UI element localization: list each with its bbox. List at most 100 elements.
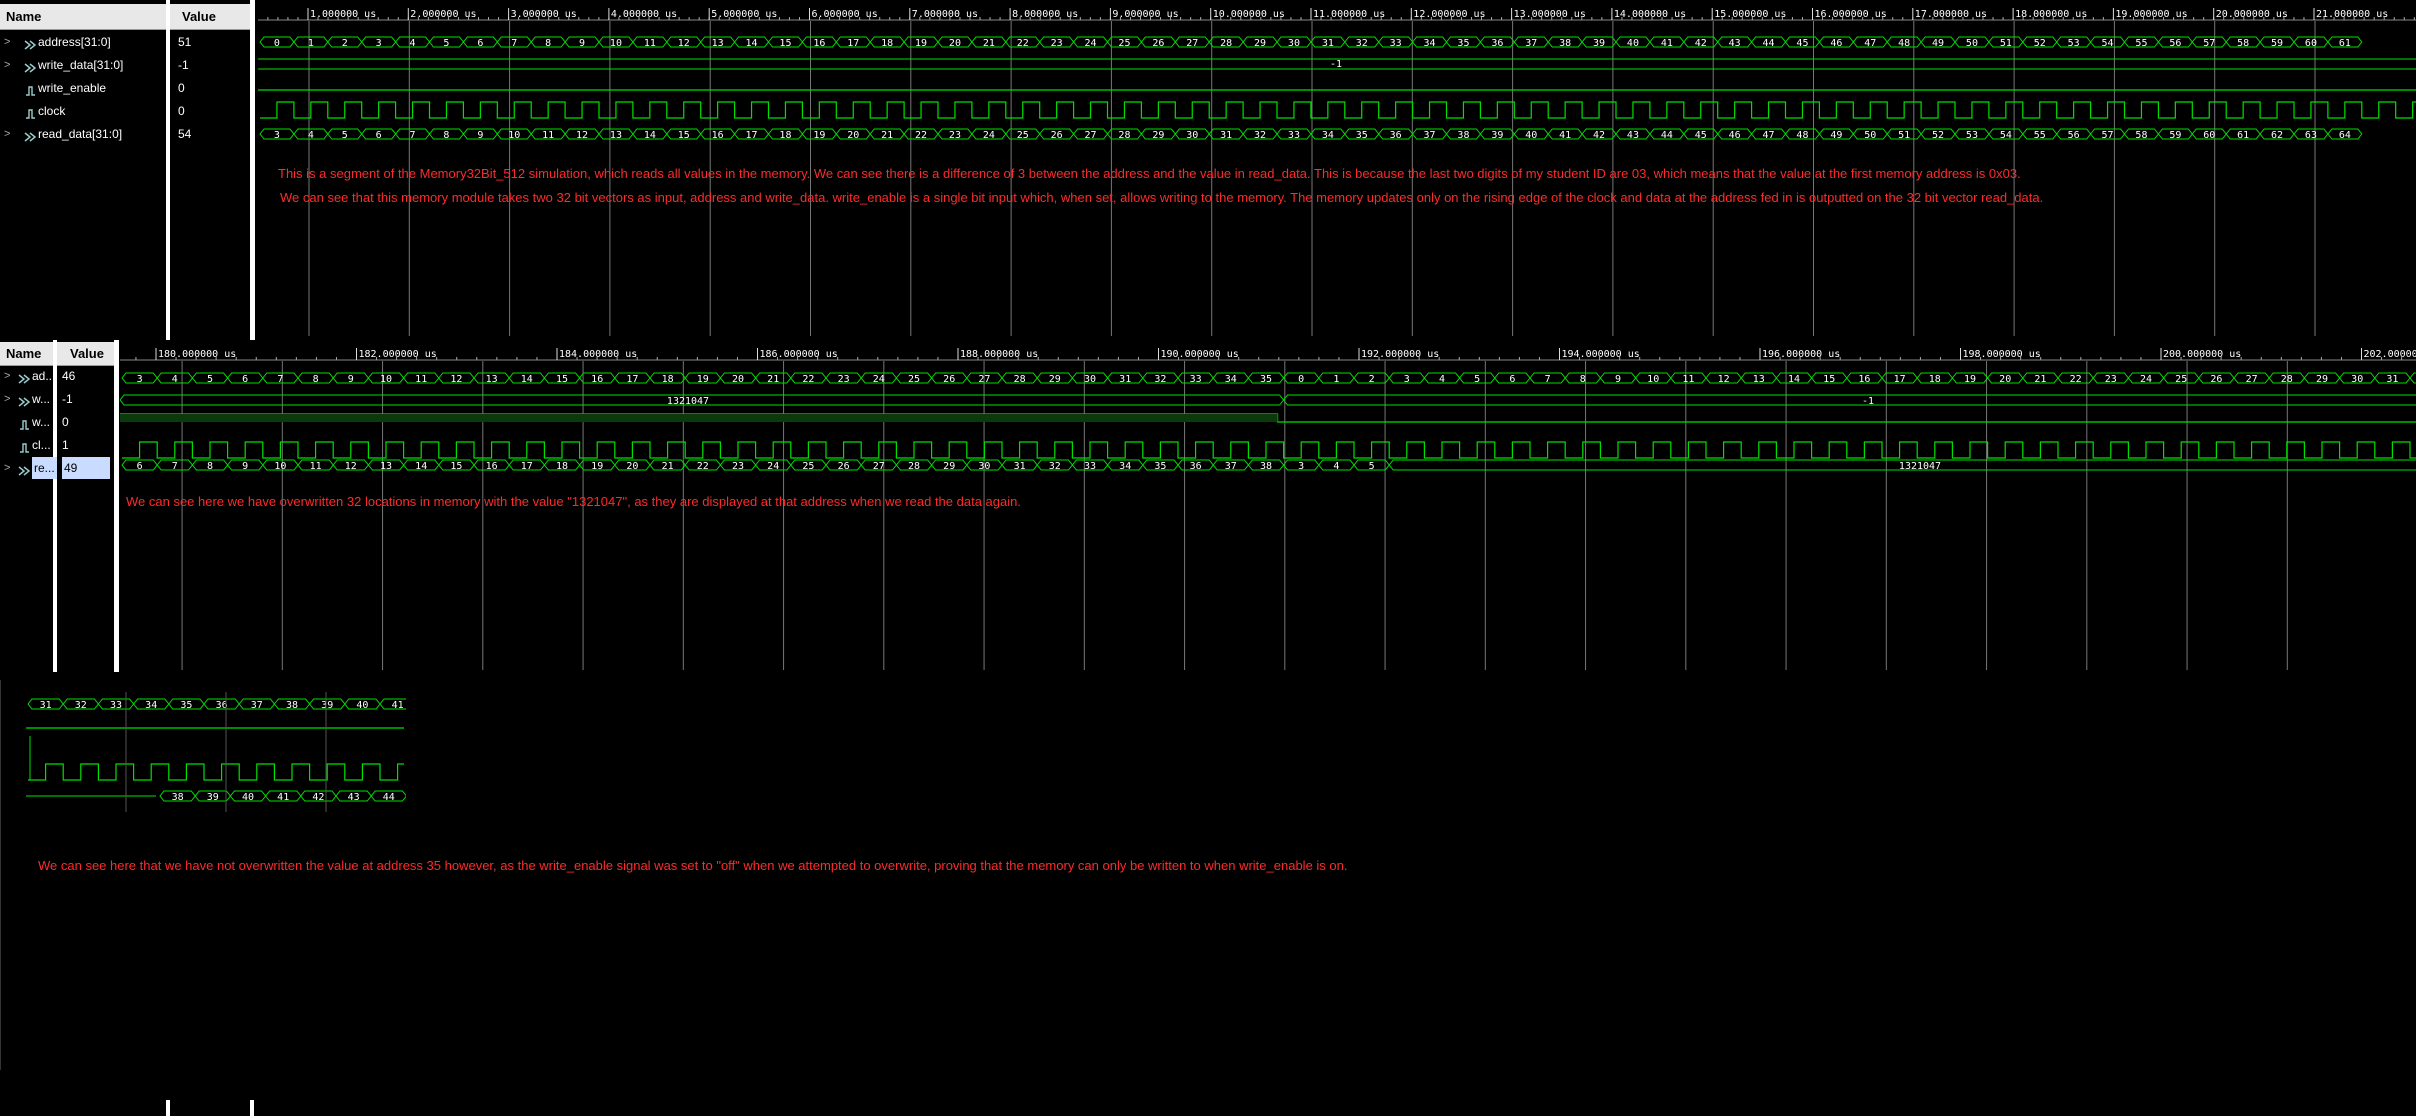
address-segment: 34: [132, 698, 170, 711]
address-segment: 11: [1670, 372, 1707, 385]
signal-value: -1: [62, 392, 73, 406]
bus-value-label: 3: [137, 374, 143, 385]
bit-signal-icon: [24, 82, 36, 96]
bus-value-label: 37: [1225, 461, 1237, 472]
read-data-segment: 8: [428, 128, 465, 141]
address-segment: 34: [1212, 372, 1250, 385]
bus-signal-icon: [18, 370, 31, 384]
value-column-header[interactable]: Value: [176, 4, 256, 29]
expand-chevron-icon[interactable]: >: [4, 123, 10, 145]
bus-value-label: 51: [1898, 130, 1910, 141]
bus-value-label: 61: [2339, 38, 2351, 49]
bus-value-label: 18: [662, 374, 674, 385]
bus-value-label: 17: [746, 130, 758, 141]
signal-value: 1: [62, 438, 69, 452]
expand-chevron-icon[interactable]: >: [4, 457, 10, 479]
address-segment: 14: [1775, 372, 1813, 385]
bus-value-label: 13: [610, 130, 622, 141]
address-segment: 18: [1916, 372, 1954, 385]
read-data-segment: 62: [2259, 128, 2295, 141]
bus-value-label: 1: [308, 38, 314, 49]
signal-value: 49: [62, 457, 110, 479]
signal-row[interactable]: > write_data[31:0]: [0, 54, 174, 76]
signal-row[interactable]: > ad...: [0, 365, 58, 387]
address-segment: 17: [835, 36, 871, 49]
expand-chevron-icon[interactable]: >: [4, 388, 10, 410]
bus-value-label: 6: [477, 38, 483, 49]
bus-value-label: 38: [1457, 130, 1469, 141]
bus-value-label: 42: [1593, 130, 1605, 141]
time-tick-label: 18.000000 us: [2015, 9, 2087, 20]
time-tick-label: 2.000000 us: [410, 9, 476, 20]
address-segment: 23: [1039, 36, 1075, 49]
read-data-segment: 7: [394, 128, 431, 141]
expand-chevron-icon[interactable]: >: [4, 365, 10, 387]
address-segment: 16: [1846, 372, 1883, 385]
address-segment: 5: [191, 372, 229, 385]
bus-value-label: 39: [207, 792, 219, 803]
bus-value-label: 2: [1369, 374, 1375, 385]
address-segment: 49: [1920, 36, 1956, 49]
address-segment: 23: [2092, 372, 2130, 385]
bus-value-label: 0: [274, 38, 280, 49]
signal-name: re...: [32, 457, 57, 479]
address-segment: 28: [2268, 372, 2306, 385]
signal-row[interactable]: > re...: [0, 457, 58, 479]
signal-row[interactable]: > address[31:0]: [0, 31, 174, 53]
bit-signal-icon: [24, 105, 36, 119]
signal-row[interactable]: write_enable: [0, 77, 174, 99]
bus-value-label: 11: [542, 130, 554, 141]
bus-value-label: 12: [1718, 374, 1730, 385]
waveform-crop: 31 32 33 34 35 36 37 38 39 40 41 38 39 40 41 42 43 44: [26, 692, 406, 812]
name-column-header[interactable]: Name: [0, 4, 168, 29]
address-segment: 1: [1318, 372, 1355, 385]
read-data-segment: 56: [2056, 128, 2092, 141]
address-segment: 11: [632, 36, 668, 49]
bus-value-label: 12: [450, 374, 462, 385]
bus-value-label: 9: [1615, 374, 1621, 385]
time-tick-label: 8.000000 us: [1012, 9, 1078, 20]
read-data-segment: 15: [438, 459, 475, 472]
pane-divider[interactable]: [250, 0, 255, 340]
bus-value-label: 45: [1796, 38, 1808, 49]
expand-chevron-icon[interactable]: >: [4, 54, 10, 76]
name-column-header[interactable]: Name: [0, 342, 52, 365]
pane-divider[interactable]: [114, 340, 119, 672]
bus-value-label: 12: [345, 461, 357, 472]
bus-value-label: 38: [1559, 38, 1571, 49]
expand-chevron-icon[interactable]: >: [4, 31, 10, 53]
address-segment: 9: [332, 372, 370, 385]
value-column-header[interactable]: Value: [64, 342, 116, 365]
bus-value-label: 15: [556, 374, 568, 385]
bus-value-label: 17: [1894, 374, 1906, 385]
address-segment: 1: [293, 36, 329, 49]
bus-value-label: 41: [1661, 38, 1673, 49]
read-data-segment: 33: [1071, 459, 1109, 472]
bus-value-label: 7: [277, 374, 283, 385]
bus-value-label: 33: [110, 700, 122, 711]
bus-value-label: 30: [1084, 374, 1096, 385]
bus-value-label: 61: [2237, 130, 2249, 141]
annotation-overwrite: We can see here we have overwritten 32 l…: [126, 494, 1021, 509]
signal-row[interactable]: > w...: [0, 388, 58, 410]
time-tick-label: 200.000000 us: [2163, 349, 2241, 360]
signal-row[interactable]: > read_data[31:0]: [0, 123, 174, 145]
address-segment: 14: [508, 372, 546, 385]
signal-row[interactable]: clock: [0, 100, 174, 122]
read-data-segment: 45: [1683, 128, 1719, 141]
bus-value-label: 7: [511, 38, 517, 49]
signal-row[interactable]: w...: [0, 411, 58, 433]
read-data-segment: 32: [1242, 128, 1278, 141]
read-data-segment: 14: [402, 459, 440, 472]
bus-value-label: 5: [207, 374, 213, 385]
bus-value-label: 35: [1457, 38, 1469, 49]
address-segment: 21: [971, 36, 1007, 49]
bus-value-label: 31: [40, 700, 52, 711]
bus-value-label: 29: [1049, 374, 1061, 385]
read-data-segment: 19: [801, 128, 837, 141]
address-segment: 13: [700, 36, 736, 49]
signal-row[interactable]: cl...: [0, 434, 58, 456]
read-data-segment: 15: [666, 128, 702, 141]
bus-value-label: 40: [242, 792, 254, 803]
bus-value-label: 43: [1729, 38, 1741, 49]
